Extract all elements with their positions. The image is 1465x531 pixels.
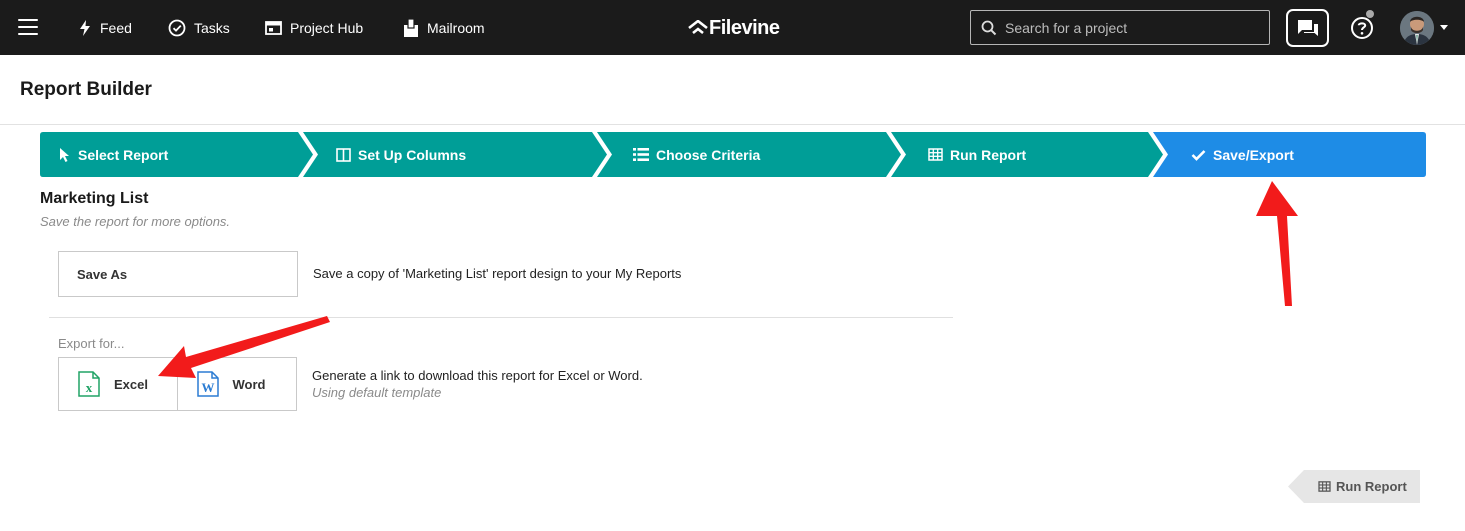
step-run-report[interactable]: Run Report: [928, 132, 1026, 177]
step-label: Save/Export: [1213, 146, 1294, 163]
run-report-back-button[interactable]: Run Report: [1288, 470, 1420, 503]
search-input[interactable]: [1005, 19, 1245, 36]
step-choose-criteria[interactable]: Choose Criteria: [633, 132, 760, 177]
save-as-description: Save a copy of 'Marketing List' report d…: [313, 266, 682, 281]
checkmark-icon: [1191, 149, 1206, 161]
chat-button[interactable]: [1286, 9, 1329, 47]
report-wizard-steps: Select Report Set Up Columns Choose Crit…: [40, 132, 1426, 177]
export-excel-label: Excel: [114, 376, 148, 392]
export-button-group: x Excel W Word: [58, 357, 297, 411]
nav-project-hub-label: Project Hub: [290, 20, 364, 36]
nav-mailroom[interactable]: Mailroom: [403, 18, 485, 38]
export-word-button[interactable]: W Word: [177, 358, 296, 410]
project-search[interactable]: [970, 10, 1270, 45]
report-name-heading: Marketing List: [40, 190, 149, 207]
nav-mailroom-label: Mailroom: [427, 20, 485, 36]
nav-tasks[interactable]: Tasks: [168, 18, 230, 38]
list-icon: [633, 148, 649, 161]
export-description: Generate a link to download this report …: [312, 368, 643, 383]
step-select-report[interactable]: Select Report: [59, 132, 168, 177]
step-save-export[interactable]: Save/Export: [1191, 132, 1294, 177]
export-for-label: Export for...: [58, 336, 125, 351]
report-subtitle: Save the report for more options.: [40, 214, 231, 229]
nav-tasks-label: Tasks: [194, 20, 230, 36]
account-menu-caret-icon[interactable]: [1440, 25, 1448, 30]
step-label: Select Report: [78, 146, 169, 163]
run-report-label: Run Report: [1336, 479, 1407, 494]
table-icon: [1318, 481, 1331, 492]
nav-project-hub[interactable]: Project Hub: [265, 18, 363, 38]
filevine-logo[interactable]: Filevine: [688, 12, 780, 40]
export-template-note: Using default template: [312, 385, 442, 400]
hamburger-menu-icon[interactable]: [18, 19, 38, 35]
chat-bubbles-icon: [1297, 20, 1318, 36]
check-circle-icon: [168, 19, 186, 37]
user-avatar[interactable]: [1400, 11, 1434, 45]
step-label: Set Up Columns: [358, 146, 467, 163]
step-label: Run Report: [950, 146, 1027, 163]
chevron-up-logo-icon: [688, 20, 708, 34]
logo-text: Filevine: [709, 17, 780, 39]
svg-text:W: W: [201, 380, 214, 395]
step-set-up-columns[interactable]: Set Up Columns: [336, 132, 466, 177]
excel-file-icon: x: [78, 371, 100, 397]
project-hub-icon: [265, 21, 282, 35]
step-label: Choose Criteria: [656, 146, 761, 163]
notification-dot: [1366, 10, 1374, 18]
save-as-button[interactable]: Save As: [58, 251, 298, 297]
export-word-label: Word: [232, 376, 266, 392]
lightning-icon: [80, 20, 90, 36]
word-file-icon: W: [196, 371, 219, 397]
mailroom-icon: [404, 19, 418, 37]
nav-feed[interactable]: Feed: [78, 18, 132, 38]
search-icon: [981, 20, 997, 35]
annotation-arrow-save-export: [1256, 181, 1298, 306]
header-divider: [0, 124, 1465, 125]
avatar-image: [1400, 11, 1434, 45]
columns-icon: [336, 147, 351, 162]
page-title: Report Builder: [20, 79, 152, 100]
cursor-icon: [60, 147, 69, 162]
nav-feed-label: Feed: [100, 20, 132, 36]
svg-text:x: x: [86, 380, 93, 395]
help-icon[interactable]: [1350, 16, 1374, 40]
export-excel-button[interactable]: x Excel: [59, 358, 178, 410]
section-divider: [49, 317, 953, 318]
top-navigation-bar: Feed Tasks Project Hub Mailroom Filevine: [0, 0, 1465, 55]
table-icon: [928, 148, 943, 161]
